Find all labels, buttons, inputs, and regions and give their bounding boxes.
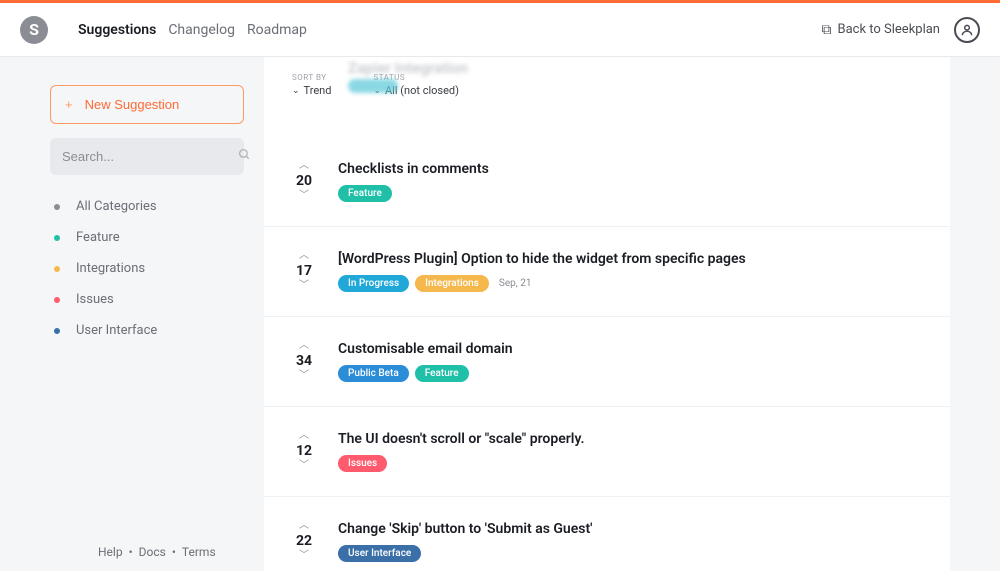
- vote-column: ︿ 20 ﹀: [292, 161, 316, 202]
- tab-changelog[interactable]: Changelog: [168, 22, 235, 38]
- tag[interactable]: User Interface: [338, 545, 421, 562]
- sort-by-group[interactable]: SORT BY ⌄ Trend: [292, 73, 331, 97]
- item-date: Sep, 21: [499, 278, 532, 289]
- tag[interactable]: Public Beta: [338, 365, 409, 382]
- category-dot-icon: [54, 297, 60, 303]
- vote-column: ︿ 34 ﹀: [292, 341, 316, 382]
- downvote-icon[interactable]: ﹀: [299, 461, 309, 471]
- chevron-down-icon: ⌄: [292, 86, 300, 96]
- upvote-icon[interactable]: ︿: [299, 431, 309, 441]
- vote-count: 34: [296, 353, 312, 369]
- footer-terms-link[interactable]: Terms: [182, 545, 216, 559]
- plus-icon: +: [65, 97, 73, 112]
- sort-by-value: ⌄ Trend: [292, 84, 331, 97]
- logo[interactable]: S: [20, 16, 48, 44]
- back-to-sleekplan-link[interactable]: ⧉ Back to Sleekplan: [821, 22, 940, 38]
- category-label: Feature: [76, 230, 120, 245]
- header: S Suggestions Changelog Roadmap ⧉ Back t…: [0, 3, 1000, 57]
- category-label: Integrations: [76, 261, 145, 276]
- sidebar-item-feature[interactable]: Feature: [50, 222, 244, 253]
- upvote-icon[interactable]: ︿: [299, 161, 309, 171]
- search-icon: [238, 148, 251, 165]
- tag[interactable]: In Progress: [338, 275, 409, 292]
- tag-row: User Interface: [338, 545, 922, 562]
- vote-count: 22: [296, 533, 312, 549]
- tag-row: Feature: [338, 185, 922, 202]
- item-title[interactable]: Change 'Skip' button to 'Submit as Guest…: [338, 521, 922, 537]
- search-box[interactable]: [50, 138, 244, 175]
- sort-by-label: SORT BY: [292, 73, 331, 82]
- item-title[interactable]: [WordPress Plugin] Option to hide the wi…: [338, 251, 922, 267]
- vote-column: ︿ 12 ﹀: [292, 431, 316, 472]
- item-title[interactable]: The UI doesn't scroll or "scale" properl…: [338, 431, 922, 447]
- suggestion-item[interactable]: ︿ 17 ﹀ [WordPress Plugin] Option to hide…: [264, 226, 950, 316]
- vote-count: 12: [296, 443, 312, 459]
- category-list: All Categories Feature Integrations Issu…: [50, 191, 244, 346]
- downvote-icon[interactable]: ﹀: [299, 371, 309, 381]
- category-label: Issues: [76, 292, 114, 307]
- category-label: All Categories: [76, 199, 157, 214]
- item-body: [WordPress Plugin] Option to hide the wi…: [338, 251, 922, 292]
- chevron-down-icon: ⌄: [373, 86, 381, 96]
- vote-count: 17: [296, 263, 312, 279]
- category-dot-icon: [54, 328, 60, 334]
- upvote-icon[interactable]: ︿: [299, 341, 309, 351]
- avatar[interactable]: [954, 17, 980, 43]
- category-dot-icon: [54, 266, 60, 272]
- sidebar-item-user-interface[interactable]: User Interface: [50, 315, 244, 346]
- tag-row: Issues: [338, 455, 922, 472]
- item-title[interactable]: Customisable email domain: [338, 341, 922, 357]
- item-body: The UI doesn't scroll or "scale" properl…: [338, 431, 922, 472]
- tag-row: Public Beta Feature: [338, 365, 922, 382]
- item-title[interactable]: Checklists in comments: [338, 161, 922, 177]
- vote-column: ︿ 22 ﹀: [292, 521, 316, 562]
- status-filter-group[interactable]: STATUS ⌄ All (not closed): [373, 73, 459, 97]
- footer-docs-link[interactable]: Docs: [139, 545, 166, 559]
- sidebar-item-all-categories[interactable]: All Categories: [50, 191, 244, 222]
- user-icon: [960, 23, 974, 37]
- tag[interactable]: Feature: [415, 365, 469, 382]
- vote-column: ︿ 17 ﹀: [292, 251, 316, 292]
- tag[interactable]: Feature: [338, 185, 392, 202]
- sidebar-item-integrations[interactable]: Integrations: [50, 253, 244, 284]
- vote-count: 20: [296, 173, 312, 189]
- main-panel: Zapier Integration SORT BY ⌄ Trend STATU…: [264, 57, 950, 571]
- status-label: STATUS: [373, 73, 459, 82]
- tag[interactable]: Integrations: [415, 275, 489, 292]
- suggestion-item[interactable]: ︿ 20 ﹀ Checklists in comments Feature: [264, 137, 950, 226]
- footer-help-link[interactable]: Help: [98, 545, 123, 559]
- back-link-label: Back to Sleekplan: [837, 22, 940, 37]
- sort-bar: Zapier Integration SORT BY ⌄ Trend STATU…: [264, 57, 950, 107]
- item-body: Checklists in comments Feature: [338, 161, 922, 202]
- item-body: Customisable email domain Public Beta Fea…: [338, 341, 922, 382]
- link-icon: ⧉: [821, 22, 831, 38]
- sidebar-item-issues[interactable]: Issues: [50, 284, 244, 315]
- upvote-icon[interactable]: ︿: [299, 251, 309, 261]
- content: + New Suggestion All Categories Feature …: [0, 57, 1000, 571]
- nav-tabs: Suggestions Changelog Roadmap: [78, 22, 821, 38]
- suggestion-item[interactable]: ︿ 22 ﹀ Change 'Skip' button to 'Submit a…: [264, 496, 950, 571]
- upvote-icon[interactable]: ︿: [299, 521, 309, 531]
- suggestion-item[interactable]: ︿ 12 ﹀ The UI doesn't scroll or "scale" …: [264, 406, 950, 496]
- new-suggestion-label: New Suggestion: [85, 97, 180, 112]
- new-suggestion-button[interactable]: + New Suggestion: [50, 85, 244, 124]
- downvote-icon[interactable]: ﹀: [299, 551, 309, 561]
- search-input[interactable]: [62, 149, 238, 164]
- tab-suggestions[interactable]: Suggestions: [78, 22, 156, 38]
- tab-roadmap[interactable]: Roadmap: [247, 22, 307, 38]
- item-body: Change 'Skip' button to 'Submit as Guest…: [338, 521, 922, 562]
- suggestion-list: ︿ 20 ﹀ Checklists in comments Feature ︿ …: [264, 137, 950, 571]
- category-dot-icon: [54, 235, 60, 241]
- downvote-icon[interactable]: ﹀: [299, 281, 309, 291]
- sidebar: + New Suggestion All Categories Feature …: [0, 57, 264, 571]
- suggestion-item[interactable]: ︿ 34 ﹀ Customisable email domain Public …: [264, 316, 950, 406]
- status-value: ⌄ All (not closed): [373, 84, 459, 97]
- tag[interactable]: Issues: [338, 455, 387, 472]
- category-label: User Interface: [76, 323, 157, 338]
- category-dot-icon: [54, 204, 60, 210]
- footer-links: Help • Docs • Terms: [50, 545, 244, 559]
- downvote-icon[interactable]: ﹀: [299, 191, 309, 201]
- tag-row: In Progress Integrations Sep, 21: [338, 275, 922, 292]
